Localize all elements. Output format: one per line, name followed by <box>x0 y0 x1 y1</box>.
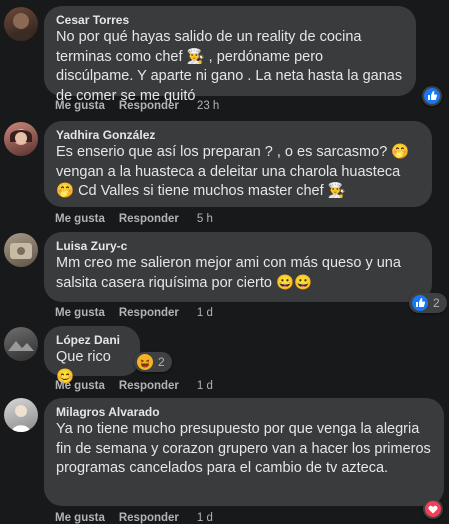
love-icon <box>425 501 441 517</box>
reply-button[interactable]: Responder <box>119 100 179 112</box>
comment-actions: Me gusta Responder 5 h <box>55 213 227 225</box>
comment-timestamp[interactable]: 1 d <box>197 380 213 392</box>
reaction-badge[interactable] <box>422 86 442 106</box>
comment-author[interactable]: Milagros Alvarado <box>56 404 432 420</box>
comment-timestamp[interactable]: 23 h <box>197 100 219 112</box>
like-button[interactable]: Me gusta <box>55 380 105 392</box>
avatar[interactable] <box>4 327 38 361</box>
avatar[interactable] <box>4 7 38 41</box>
comment-actions: Me gusta Responder 23 h <box>55 100 233 112</box>
reply-button[interactable]: Responder <box>119 512 179 524</box>
avatar[interactable] <box>4 233 38 267</box>
reaction-count: 2 <box>433 296 440 310</box>
comment-author[interactable]: López Dani <box>56 332 128 348</box>
comment-text: Es enserio que así los preparan ? , o es… <box>56 144 414 199</box>
comment-bubble: Cesar Torres No por qué hayas salido de … <box>44 6 416 104</box>
comment-bubble: Yadhira González Es enserio que así los … <box>44 121 432 207</box>
comment-timestamp[interactable]: 1 d <box>197 512 213 524</box>
like-button[interactable]: Me gusta <box>55 100 105 112</box>
comment-text: Mm creo me salieron mejor ami con más qu… <box>56 255 405 291</box>
comment-bubble: Luisa Zury-c Mm creo me salieron mejor a… <box>44 232 432 302</box>
avatar[interactable] <box>4 398 38 432</box>
like-button[interactable]: Me gusta <box>55 512 105 524</box>
like-icon <box>424 88 440 104</box>
reply-button[interactable]: Responder <box>119 213 179 225</box>
comment-author[interactable]: Luisa Zury-c <box>56 238 420 254</box>
comment-text: Ya no tiene mucho presupuesto por que ve… <box>56 421 435 476</box>
reaction-badge[interactable]: 2 <box>134 352 172 372</box>
reaction-badge[interactable]: 2 <box>409 293 447 313</box>
comment-bubble: Milagros Alvarado Ya no tiene mucho pres… <box>44 398 444 506</box>
comment-actions: Me gusta Responder 1 d <box>55 512 227 524</box>
like-icon <box>412 295 428 311</box>
avatar[interactable] <box>4 122 38 156</box>
comment-bubble: López Dani Que rico 😊 <box>44 326 140 385</box>
like-button[interactable]: Me gusta <box>55 307 105 319</box>
comment-actions: Me gusta Responder 1 d <box>55 380 227 392</box>
comment-author[interactable]: Yadhira González <box>56 127 420 143</box>
comment-text: No por qué hayas salido de un reality de… <box>56 29 407 104</box>
comment-actions: Me gusta Responder 1 d <box>55 307 227 319</box>
reaction-badge[interactable] <box>423 499 443 519</box>
laugh-icon <box>137 354 153 370</box>
comment-timestamp[interactable]: 5 h <box>197 213 213 225</box>
comment-timestamp[interactable]: 1 d <box>197 307 213 319</box>
like-button[interactable]: Me gusta <box>55 213 105 225</box>
comment-author[interactable]: Cesar Torres <box>56 12 404 28</box>
reply-button[interactable]: Responder <box>119 380 179 392</box>
reply-button[interactable]: Responder <box>119 307 179 319</box>
reaction-count: 2 <box>158 355 165 369</box>
